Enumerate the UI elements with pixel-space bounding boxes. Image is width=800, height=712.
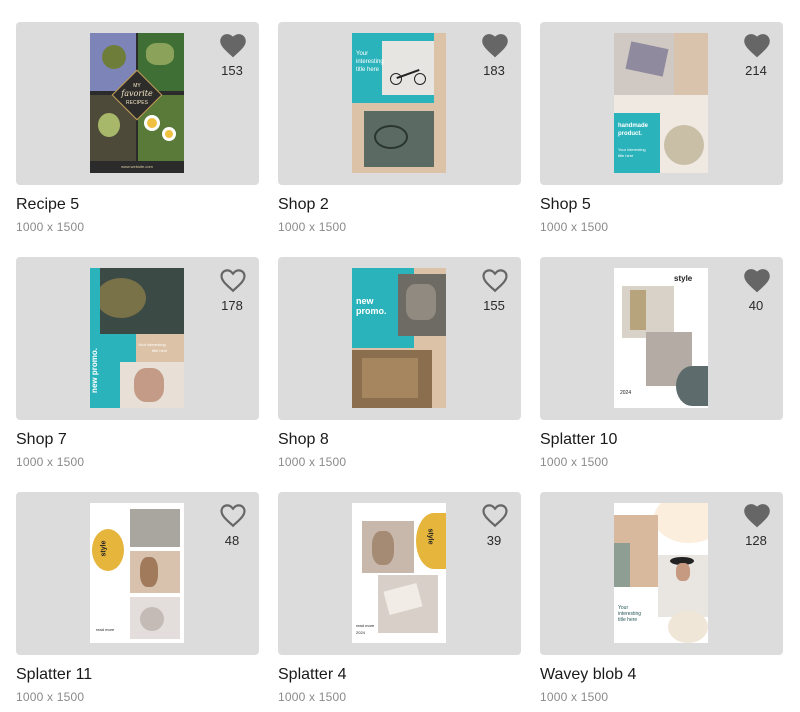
template-card[interactable]: Your interesting title here 128 Wavey bl… xyxy=(540,492,783,704)
poster-text: Your xyxy=(356,51,369,57)
template-preview-shop-8: new promo. xyxy=(352,268,446,408)
template-card[interactable]: new promo. Your interesting title here 1… xyxy=(16,257,259,469)
template-dimensions: 1000 x 1500 xyxy=(16,220,85,234)
template-dimensions: 1000 x 1500 xyxy=(278,220,347,234)
template-preview-shop-2: Your interesting title here xyxy=(352,33,446,173)
favorite-heart-icon[interactable] xyxy=(220,34,246,58)
like-count: 183 xyxy=(483,63,505,78)
poster-text: product. xyxy=(618,131,642,137)
template-card[interactable]: handmade product. Your interesting title… xyxy=(540,22,783,234)
favorite-heart-outline-icon[interactable] xyxy=(220,504,246,528)
like-count: 155 xyxy=(483,298,505,313)
poster-text: title here xyxy=(618,153,634,158)
template-preview-splatter-10: style 2024 xyxy=(614,268,708,408)
template-title[interactable]: Shop 8 xyxy=(278,430,521,450)
poster-text: www.website.com xyxy=(121,164,153,169)
template-preview-splatter-4: style read more 2024 xyxy=(352,503,446,643)
like-count: 153 xyxy=(221,63,243,78)
poster-text: RECIPES xyxy=(126,100,148,106)
poster-text: handmade xyxy=(618,123,649,129)
like-count: 48 xyxy=(224,533,240,548)
template-title[interactable]: Splatter 11 xyxy=(16,665,259,685)
favorite-heart-outline-icon[interactable] xyxy=(220,269,246,293)
template-thumbnail[interactable]: style read more 2024 39 xyxy=(278,492,521,655)
template-thumbnail[interactable]: handmade product. Your interesting title… xyxy=(540,22,783,185)
poster-text: 2024 xyxy=(620,390,632,396)
favorite-heart-icon[interactable] xyxy=(482,34,508,58)
template-card[interactable]: MY favorite RECIPES www.website.com 153 … xyxy=(16,22,259,234)
template-thumbnail[interactable]: style 2024 40 xyxy=(540,257,783,420)
template-title[interactable]: Shop 7 xyxy=(16,430,259,450)
template-dimensions: 1000 x 1500 xyxy=(16,455,85,469)
template-thumbnail[interactable]: new promo. Your interesting title here 1… xyxy=(16,257,259,420)
template-title[interactable]: Shop 5 xyxy=(540,195,783,215)
template-grid: MY favorite RECIPES www.website.com 153 … xyxy=(0,0,800,712)
poster-text: title here xyxy=(152,348,168,353)
template-thumbnail[interactable]: Your interesting title here 183 xyxy=(278,22,521,185)
template-preview-shop-5: handmade product. Your interesting title… xyxy=(614,33,708,173)
poster-text: new xyxy=(356,296,374,306)
template-preview-splatter-11: style read more xyxy=(90,503,184,643)
poster-text: interesting xyxy=(356,59,384,65)
template-card[interactable]: style read more 48 Splatter 11 1000 x 15… xyxy=(16,492,259,704)
template-dimensions: 1000 x 1500 xyxy=(16,690,85,704)
poster-text: style xyxy=(100,540,108,557)
template-card[interactable]: style read more 2024 39 Splatter 4 1000 … xyxy=(278,492,521,704)
favorite-heart-icon[interactable] xyxy=(744,269,770,293)
poster-text: read more xyxy=(356,623,375,628)
poster-text: read more xyxy=(96,627,115,632)
like-count: 39 xyxy=(486,533,502,548)
template-thumbnail[interactable]: MY favorite RECIPES www.website.com 153 xyxy=(16,22,259,185)
template-title[interactable]: Wavey blob 4 xyxy=(540,665,783,685)
template-card[interactable]: style 2024 40 Splatter 10 1000 x 1500 xyxy=(540,257,783,469)
template-preview-shop-7: new promo. Your interesting title here xyxy=(90,268,184,408)
poster-text: Your interesting xyxy=(618,147,646,152)
like-count: 178 xyxy=(221,298,243,313)
template-card[interactable]: Your interesting title here 183 Shop 2 1… xyxy=(278,22,521,234)
poster-text: style xyxy=(426,528,434,545)
favorite-heart-icon[interactable] xyxy=(744,34,770,58)
template-preview-recipe-5: MY favorite RECIPES www.website.com xyxy=(90,33,184,173)
like-count: 128 xyxy=(745,533,767,548)
favorite-heart-outline-icon[interactable] xyxy=(482,269,508,293)
poster-text: promo. xyxy=(356,306,387,316)
template-thumbnail[interactable]: style read more 48 xyxy=(16,492,259,655)
template-thumbnail[interactable]: Your interesting title here 128 xyxy=(540,492,783,655)
like-count: 214 xyxy=(745,63,767,78)
template-title[interactable]: Splatter 10 xyxy=(540,430,783,450)
template-card[interactable]: new promo. 155 Shop 8 1000 x 1500 xyxy=(278,257,521,469)
template-dimensions: 1000 x 1500 xyxy=(540,220,609,234)
poster-text: title here xyxy=(618,617,638,623)
template-dimensions: 1000 x 1500 xyxy=(278,690,347,704)
favorite-heart-outline-icon[interactable] xyxy=(482,504,508,528)
template-dimensions: 1000 x 1500 xyxy=(540,690,609,704)
favorite-heart-icon[interactable] xyxy=(744,504,770,528)
poster-text: 2024 xyxy=(356,630,365,635)
template-title[interactable]: Shop 2 xyxy=(278,195,521,215)
template-dimensions: 1000 x 1500 xyxy=(540,455,609,469)
poster-text: favorite xyxy=(121,89,153,98)
like-count: 40 xyxy=(748,298,764,313)
template-title[interactable]: Splatter 4 xyxy=(278,665,521,685)
poster-text: new promo. xyxy=(90,348,99,393)
template-thumbnail[interactable]: new promo. 155 xyxy=(278,257,521,420)
template-preview-wavey-blob-4: Your interesting title here xyxy=(614,503,708,643)
poster-text: style xyxy=(674,274,693,283)
template-title[interactable]: Recipe 5 xyxy=(16,195,259,215)
poster-text: title here xyxy=(356,67,380,73)
poster-text: Your interesting xyxy=(138,342,166,347)
template-dimensions: 1000 x 1500 xyxy=(278,455,347,469)
